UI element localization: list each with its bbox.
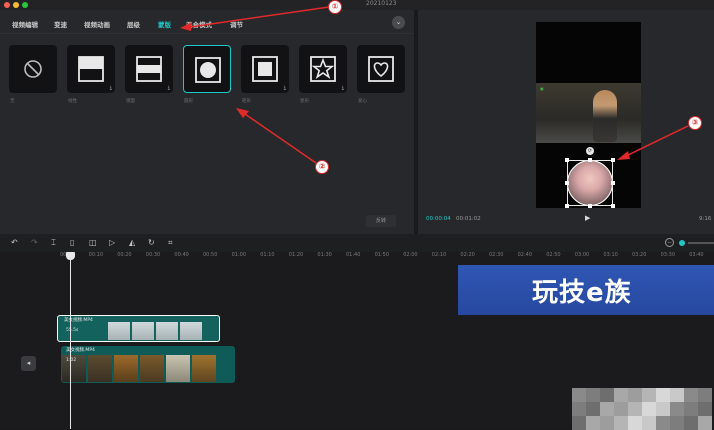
arrowhead-1	[180, 22, 192, 31]
annotation-badge-2: ②	[315, 160, 329, 174]
arrowhead-2	[236, 108, 249, 118]
annotation-badge-3: ③	[688, 116, 702, 130]
arrowhead-3	[617, 151, 630, 160]
annotation-badge-1: ①	[328, 0, 342, 14]
arrow-1	[189, 6, 330, 28]
arrow-3	[625, 125, 689, 157]
arrow-2	[244, 113, 317, 164]
annotation-arrows	[180, 6, 689, 164]
